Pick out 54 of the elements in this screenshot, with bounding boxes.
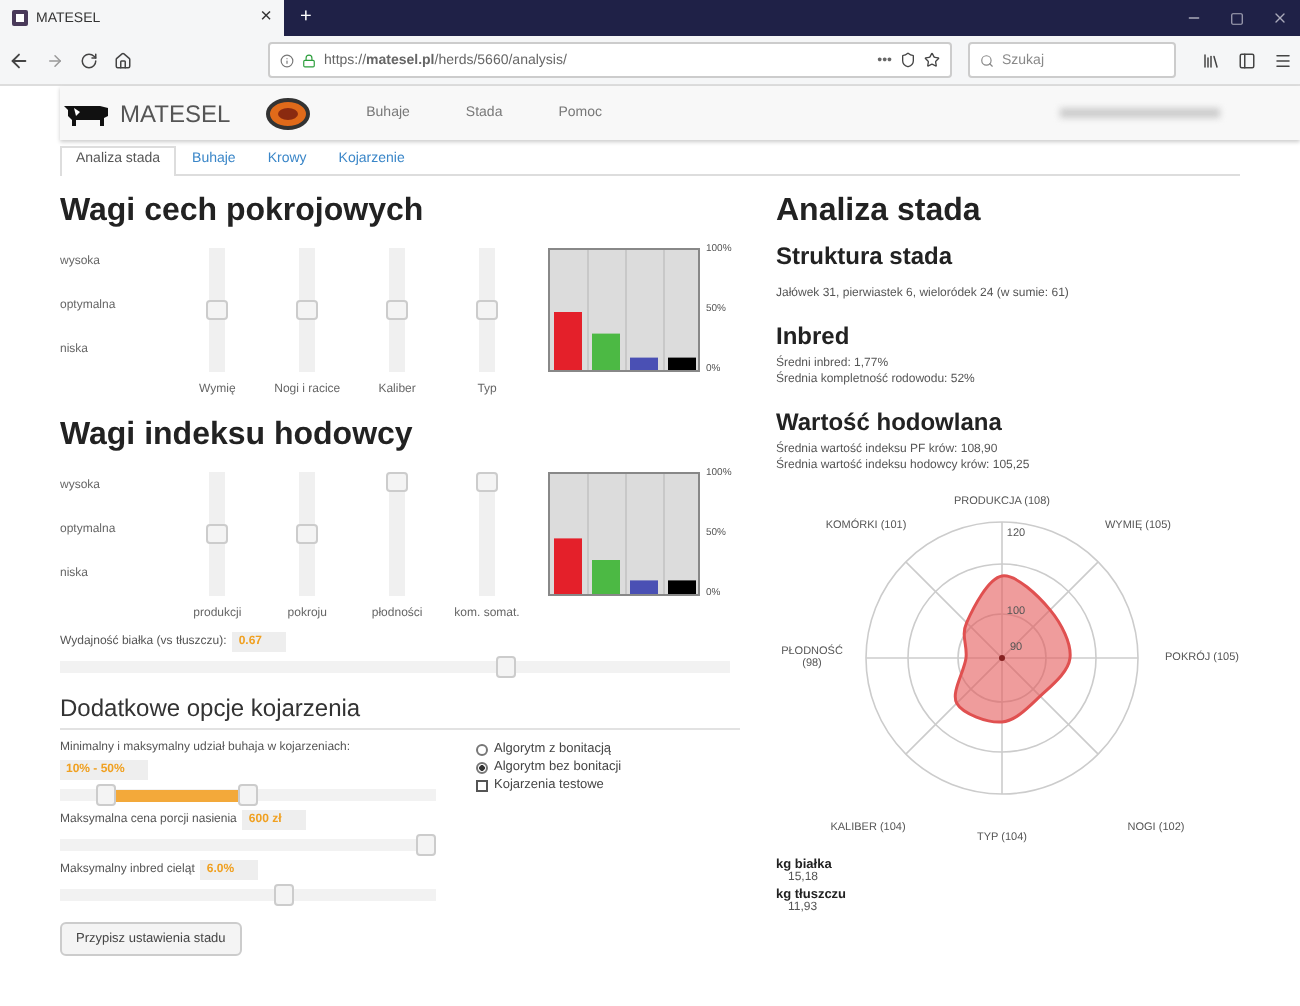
section-title: Wagi cech pokrojowych: [60, 192, 426, 232]
emblem-logo-icon: [266, 97, 311, 129]
subsection-title: Struktura stada: [776, 242, 955, 270]
subsection-title: Wartość hodowlana: [776, 408, 1004, 436]
vertical-slider[interactable]: [476, 472, 499, 596]
radio-button[interactable]: [476, 761, 488, 773]
vertical-slider[interactable]: [296, 472, 319, 596]
site-favicon-icon: [12, 10, 28, 26]
slider-thumb[interactable]: [273, 884, 294, 906]
shield-icon[interactable]: [900, 52, 916, 68]
slider-track[interactable]: [60, 884, 436, 906]
slider-thumb[interactable]: [238, 784, 258, 806]
vertical-slider[interactable]: [296, 248, 319, 372]
vertical-slider[interactable]: [386, 248, 409, 372]
search-icon[interactable]: [980, 53, 994, 67]
maximize-icon[interactable]: [1230, 11, 1244, 25]
range-slider-track[interactable]: [60, 784, 436, 806]
slider-thumb[interactable]: [476, 472, 499, 492]
slider-thumb[interactable]: [95, 784, 116, 806]
slider-thumb[interactable]: [296, 300, 319, 320]
vertical-slider[interactable]: [206, 248, 229, 372]
lock-icon[interactable]: [302, 53, 316, 67]
slider-thumb[interactable]: [476, 300, 499, 320]
slider-thumb[interactable]: [386, 300, 409, 320]
section-title: Dodatkowe opcje kojarzenia: [60, 694, 363, 722]
back-icon[interactable]: [8, 49, 30, 71]
slider-track[interactable]: [60, 656, 730, 678]
slider-thumb[interactable]: [416, 834, 436, 856]
slider-thumb[interactable]: [206, 524, 229, 544]
slider-thumb[interactable]: [495, 656, 516, 678]
slider-track[interactable]: [60, 834, 436, 856]
new-tab-button[interactable]: +: [284, 0, 328, 36]
home-icon[interactable]: [114, 51, 132, 69]
brand-name: MATESEL: [120, 99, 231, 127]
slider-thumb[interactable]: [386, 472, 409, 492]
vertical-slider[interactable]: [386, 472, 409, 596]
sidebar-icon[interactable]: [1238, 51, 1256, 69]
star-icon[interactable]: [924, 52, 940, 68]
info-icon[interactable]: [280, 53, 294, 67]
menu-icon[interactable]: [1274, 51, 1292, 69]
vertical-slider[interactable]: [206, 472, 229, 596]
vertical-slider[interactable]: [476, 248, 499, 372]
forward-icon[interactable]: [46, 51, 64, 69]
subsection-title: Inbred: [776, 322, 852, 350]
close-icon[interactable]: [1272, 10, 1288, 26]
section-title: Analiza stada: [776, 192, 983, 232]
section-title: Wagi indeksu hodowcy: [60, 416, 415, 456]
checkbox[interactable]: [476, 779, 488, 791]
library-icon[interactable]: [1202, 51, 1220, 69]
reload-icon[interactable]: [80, 51, 98, 69]
radio-button[interactable]: [476, 743, 488, 755]
tab-close-button[interactable]: ×: [260, 8, 272, 28]
slider-thumb[interactable]: [206, 300, 229, 320]
slider-thumb[interactable]: [296, 524, 319, 544]
